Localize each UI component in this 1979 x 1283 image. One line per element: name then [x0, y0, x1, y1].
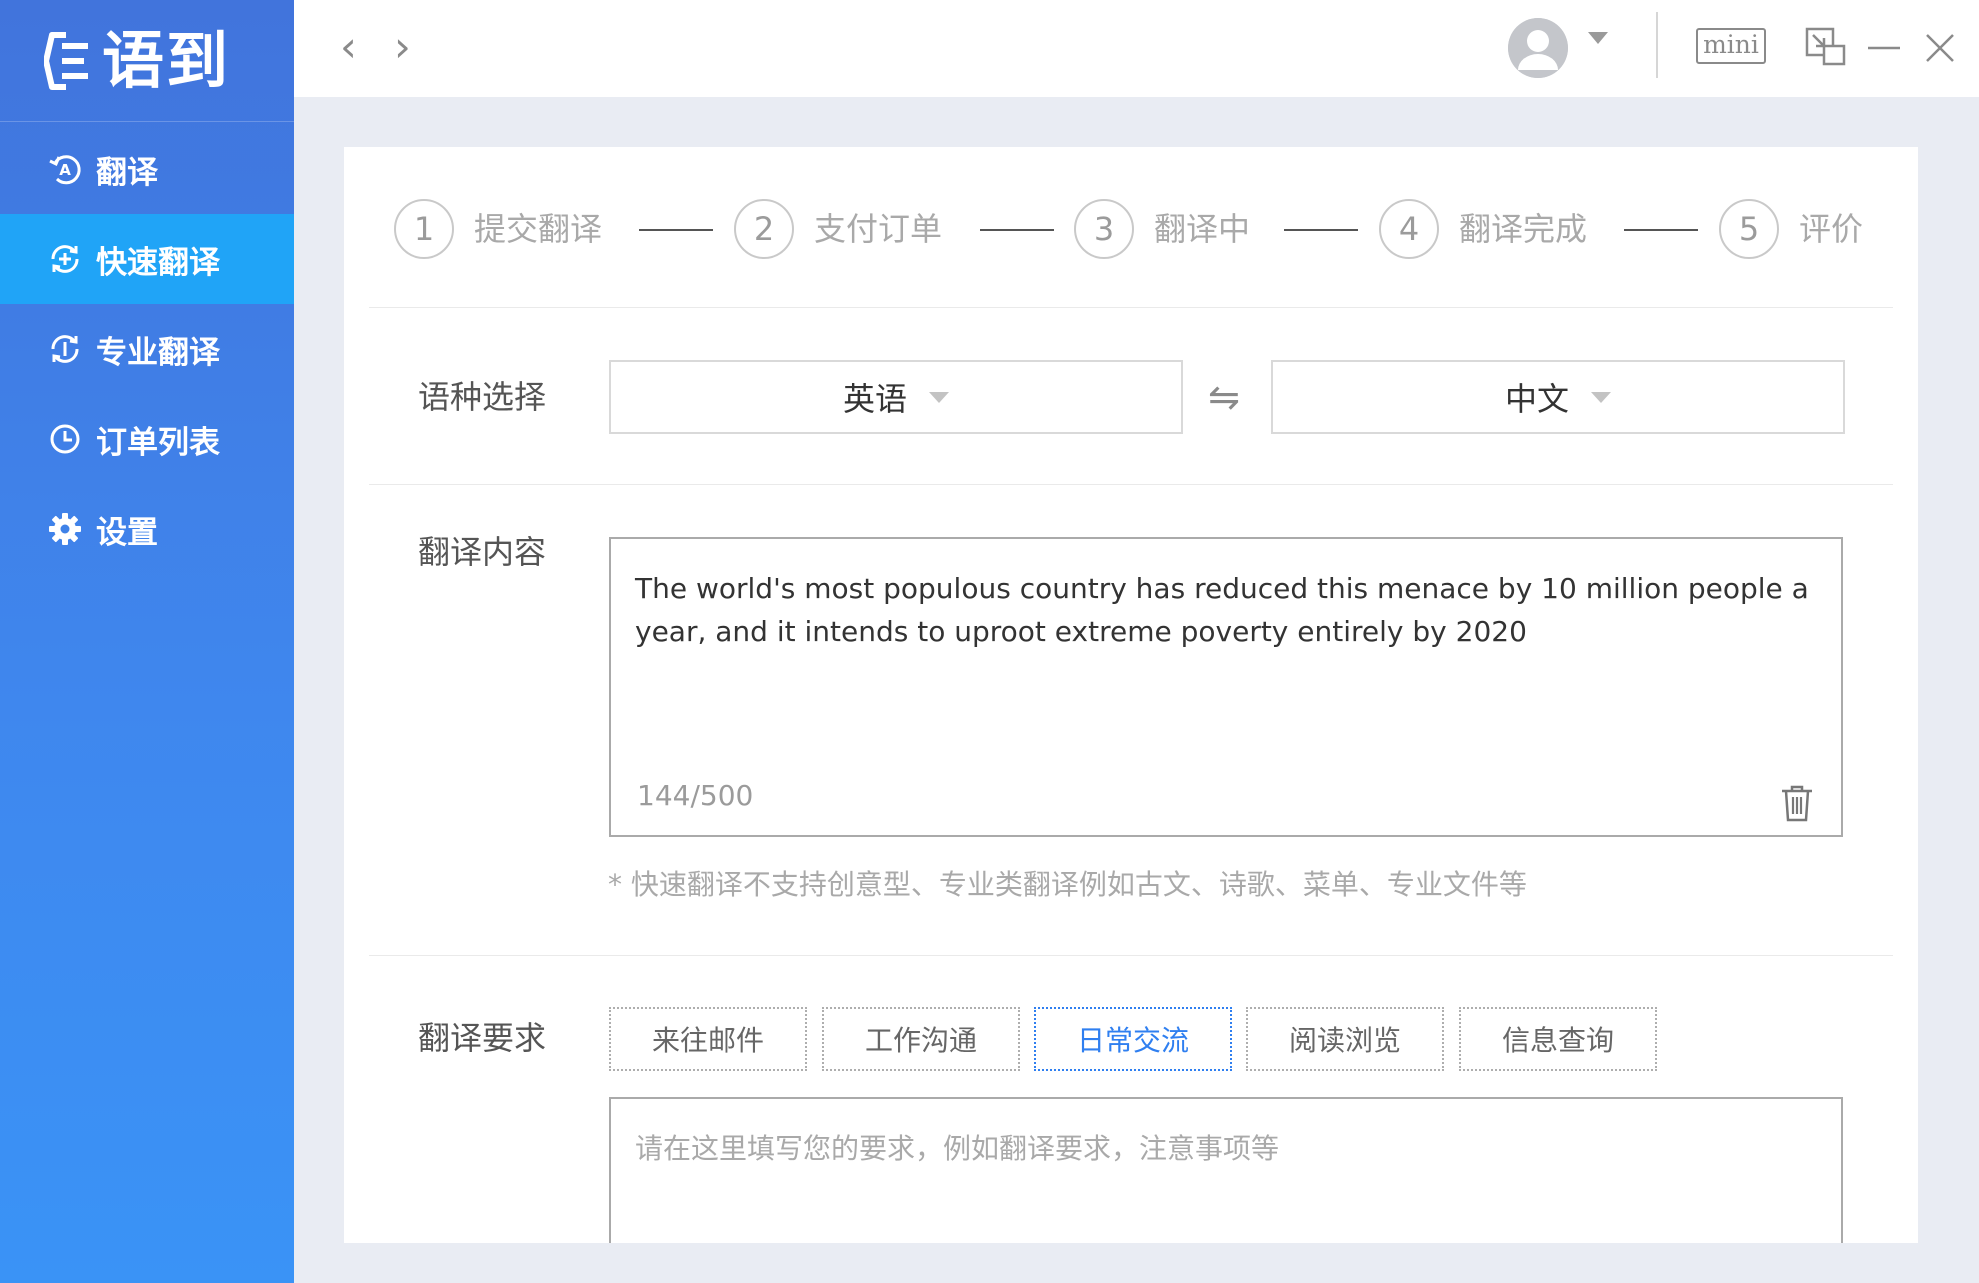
content-hint: * 快速翻译不支持创意型、专业类翻译例如古文、诗歌、菜单、专业文件等	[608, 868, 1527, 901]
top-bar: ‹ › mini	[294, 0, 1979, 97]
svg-text:A: A	[59, 161, 71, 179]
step-label: 翻译中	[1154, 210, 1251, 248]
forward-arrow-icon[interactable]: ›	[394, 22, 411, 72]
target-language-select[interactable]: 中文	[1271, 360, 1845, 434]
content-label: 翻译内容	[418, 533, 547, 571]
tag-reading[interactable]: 阅读浏览	[1246, 1007, 1444, 1071]
trash-icon[interactable]	[1779, 783, 1815, 823]
toolbar-divider	[1656, 12, 1658, 78]
source-text[interactable]: The world's most populous country has re…	[635, 567, 1825, 653]
requirements-label: 翻译要求	[418, 1019, 547, 1057]
step-label: 评价	[1799, 210, 1864, 248]
sidebar-item-pro-translate[interactable]: 专业翻译	[0, 304, 294, 394]
target-language-value: 中文	[1504, 380, 1569, 418]
step-connector	[1284, 229, 1358, 231]
step-label: 支付订单	[814, 210, 943, 248]
app-logo: 语到	[0, 0, 294, 122]
sidebar-item-label: 订单列表	[96, 424, 220, 461]
restore-window-icon[interactable]	[1804, 26, 1848, 70]
chevron-down-icon	[929, 391, 949, 403]
gear-icon	[49, 513, 81, 545]
account-dropdown-icon[interactable]	[1588, 32, 1608, 44]
step-number: 3	[1074, 199, 1134, 259]
sidebar: 语到 A 翻译 快速翻译 专业翻译 订单列表 设置	[0, 0, 294, 1283]
user-avatar-icon	[1508, 18, 1568, 78]
tag-work[interactable]: 工作沟通	[822, 1007, 1020, 1071]
minimize-icon[interactable]	[1862, 26, 1906, 70]
tag-query[interactable]: 信息查询	[1459, 1007, 1657, 1071]
source-language-select[interactable]: 英语	[609, 360, 1183, 434]
mini-mode-button[interactable]: mini	[1696, 28, 1766, 64]
tag-email[interactable]: 来往邮件	[609, 1007, 807, 1071]
section-divider	[369, 307, 1893, 308]
back-arrow-icon[interactable]: ‹	[340, 22, 357, 72]
app-window: 语到 A 翻译 快速翻译 专业翻译 订单列表 设置 ‹ › mini 1 提交翻…	[0, 0, 1979, 1283]
requirements-placeholder: 请在这里填写您的要求，例如翻译要求，注意事项等	[635, 1132, 1280, 1165]
sidebar-item-label: 设置	[96, 514, 158, 551]
step-connector	[639, 229, 713, 231]
section-divider	[369, 955, 1893, 956]
language-label: 语种选择	[418, 378, 547, 416]
step-label: 翻译完成	[1459, 210, 1588, 248]
clock-icon	[50, 424, 80, 454]
swap-language-icon[interactable]: ⇋	[1208, 377, 1240, 417]
source-language-value: 英语	[842, 380, 907, 418]
step-connector	[980, 229, 1054, 231]
close-icon[interactable]	[1918, 26, 1962, 70]
sidebar-item-label: 翻译	[96, 154, 158, 191]
char-count: 144/500	[637, 779, 754, 812]
fast-translate-panel: 1 提交翻译 2 支付订单 3 翻译中 4 翻译完成 5 评价 语种选择 英语 …	[344, 147, 1918, 1243]
step-connector	[1624, 229, 1698, 231]
source-text-area[interactable]: The world's most populous country has re…	[609, 537, 1843, 837]
sidebar-item-label: 专业翻译	[96, 334, 220, 371]
avatar[interactable]	[1508, 18, 1568, 78]
requirements-input[interactable]: 请在这里填写您的要求，例如翻译要求，注意事项等	[609, 1097, 1843, 1243]
step-number: 1	[394, 199, 454, 259]
pro-translate-icon	[51, 335, 79, 363]
fast-translate-icon	[51, 245, 79, 273]
step-number: 2	[734, 199, 794, 259]
sidebar-item-label: 快速翻译	[96, 244, 220, 281]
section-divider	[369, 484, 1893, 485]
step-label: 提交翻译	[474, 210, 603, 248]
progress-steps: 1 提交翻译 2 支付订单 3 翻译中 4 翻译完成 5 评价	[394, 199, 1874, 263]
step-number: 5	[1719, 199, 1779, 259]
tag-daily[interactable]: 日常交流	[1034, 1007, 1232, 1071]
logo-text: 语到	[102, 23, 231, 97]
sidebar-item-order-list[interactable]: 订单列表	[0, 394, 294, 484]
step-number: 4	[1379, 199, 1439, 259]
sidebar-item-settings[interactable]: 设置	[0, 484, 294, 574]
sidebar-item-translate[interactable]: A 翻译	[0, 124, 294, 214]
logo-mark-icon	[44, 31, 88, 90]
chevron-down-icon	[1591, 391, 1611, 403]
translate-a-icon: A	[49, 155, 81, 185]
sidebar-item-fast-translate[interactable]: 快速翻译	[0, 214, 294, 304]
